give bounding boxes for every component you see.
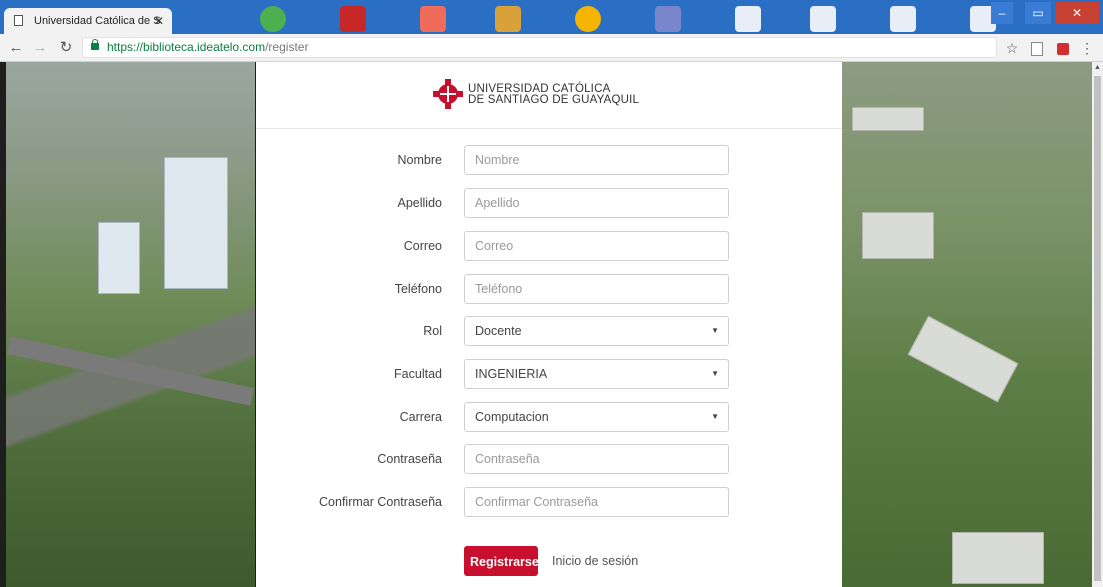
campus-aerial-photo-left: [6, 62, 255, 587]
campus-building: [852, 107, 924, 131]
contrasena-input[interactable]: [464, 444, 729, 474]
bookmark-star-icon[interactable]: ☆: [1004, 38, 1020, 58]
nombre-input[interactable]: [464, 145, 729, 175]
campus-building: [952, 532, 1044, 584]
address-bar[interactable]: https://biblioteca.ideatelo.com/register: [82, 37, 997, 58]
minimize-icon[interactable]: –: [991, 2, 1013, 24]
document-app-icon[interactable]: [810, 6, 836, 32]
confirmar-contrasena-input[interactable]: [464, 487, 729, 517]
apellido-label: Apellido: [397, 196, 442, 210]
mail-app-icon[interactable]: [420, 6, 446, 32]
document-app-icon[interactable]: [735, 6, 761, 32]
facultad-selected-value: INGENIERIA: [475, 367, 548, 381]
browser-tab-strip: Universidad Católica de S ✕ – ▭ ✕: [0, 0, 1103, 34]
university-name-line2: DE SANTIAGO DE GUAYAQUIL: [468, 94, 640, 106]
page-scrollbar[interactable]: ▲: [1092, 62, 1103, 587]
forward-icon[interactable]: →: [30, 38, 50, 58]
rol-label: Rol: [423, 324, 442, 338]
lock-icon: [91, 39, 99, 50]
url-path: /register: [265, 40, 309, 54]
register-button[interactable]: Registrarse: [464, 546, 539, 576]
tower-building: [98, 222, 140, 294]
page-icon: [14, 15, 23, 26]
facultad-label: Facultad: [394, 367, 442, 381]
rol-select[interactable]: Docente ▼: [464, 316, 729, 346]
green-app-icon[interactable]: [260, 6, 286, 32]
form-row-confirmar-contrasena: Confirmar Contraseña: [256, 487, 842, 517]
extension-icon[interactable]: [1056, 38, 1070, 58]
telefono-label: Teléfono: [394, 282, 442, 296]
university-cross-icon: [433, 79, 463, 109]
maximize-icon[interactable]: ▭: [1025, 2, 1051, 24]
url-host: https://biblioteca.ideatelo.com: [107, 40, 266, 54]
carrera-select[interactable]: Computacion ▼: [464, 402, 729, 432]
folder-app-icon[interactable]: [495, 6, 521, 32]
browser-tab[interactable]: Universidad Católica de S ✕: [4, 8, 172, 34]
confirmar-contrasena-label: Confirmar Contraseña: [319, 495, 442, 509]
carrera-selected-value: Computacion: [475, 410, 549, 424]
tab-title: Universidad Católica de S: [34, 15, 161, 27]
university-logo: UNIVERSIDAD CATÓLICA DE SANTIAGO DE GUAY…: [256, 62, 842, 129]
close-icon[interactable]: ✕: [154, 8, 164, 34]
scroll-up-icon[interactable]: ▲: [1092, 62, 1103, 74]
close-window-icon[interactable]: ✕: [1055, 2, 1099, 24]
document-app-icon[interactable]: [890, 6, 916, 32]
university-name: UNIVERSIDAD CATÓLICA DE SANTIAGO DE GUAY…: [468, 83, 640, 106]
apellido-input[interactable]: [464, 188, 729, 218]
form-row-nombre: Nombre: [256, 145, 842, 175]
reload-icon[interactable]: ↻: [56, 38, 76, 58]
nombre-label: Nombre: [397, 153, 442, 167]
road: [6, 336, 255, 406]
browser-toolbar: ← → ↻ https://biblioteca.ideatelo.com/re…: [0, 34, 1103, 62]
scroll-thumb[interactable]: [1094, 76, 1101, 581]
campus-building: [907, 315, 1019, 403]
login-link[interactable]: Inicio de sesión: [552, 546, 638, 576]
tower-building: [164, 157, 228, 289]
form-row-facultad: Facultad INGENIERIA ▼: [256, 359, 842, 389]
rol-selected-value: Docente: [475, 324, 522, 338]
form-row-apellido: Apellido: [256, 188, 842, 218]
facultad-select[interactable]: INGENIERIA ▼: [464, 359, 729, 389]
campus-building: [862, 212, 934, 259]
telefono-input[interactable]: [464, 274, 729, 304]
form-row-contrasena: Contraseña: [256, 444, 842, 474]
carrera-label: Carrera: [399, 410, 442, 424]
correo-input[interactable]: [464, 231, 729, 261]
campus-aerial-photo-right: [842, 62, 1092, 587]
menu-icon[interactable]: ⋮: [1080, 38, 1094, 58]
page-viewport: UNIVERSIDAD CATÓLICA DE SANTIAGO DE GUAY…: [0, 62, 1103, 587]
media-app-icon[interactable]: [655, 6, 681, 32]
chrome-app-icon[interactable]: [575, 6, 601, 32]
form-row-telefono: Teléfono: [256, 274, 842, 304]
chevron-down-icon: ▼: [711, 326, 719, 335]
correo-label: Correo: [403, 239, 442, 253]
form-row-correo: Correo: [256, 231, 842, 261]
form-row-rol: Rol Docente ▼: [256, 316, 842, 346]
reader-extension-icon[interactable]: [1030, 38, 1044, 58]
back-icon[interactable]: ←: [6, 38, 26, 58]
red-app-icon[interactable]: [340, 6, 366, 32]
registration-panel: UNIVERSIDAD CATÓLICA DE SANTIAGO DE GUAY…: [256, 62, 842, 587]
contrasena-label: Contraseña: [377, 452, 442, 466]
chevron-down-icon: ▼: [711, 369, 719, 378]
form-row-carrera: Carrera Computacion ▼: [256, 402, 842, 432]
chevron-down-icon: ▼: [711, 412, 719, 421]
